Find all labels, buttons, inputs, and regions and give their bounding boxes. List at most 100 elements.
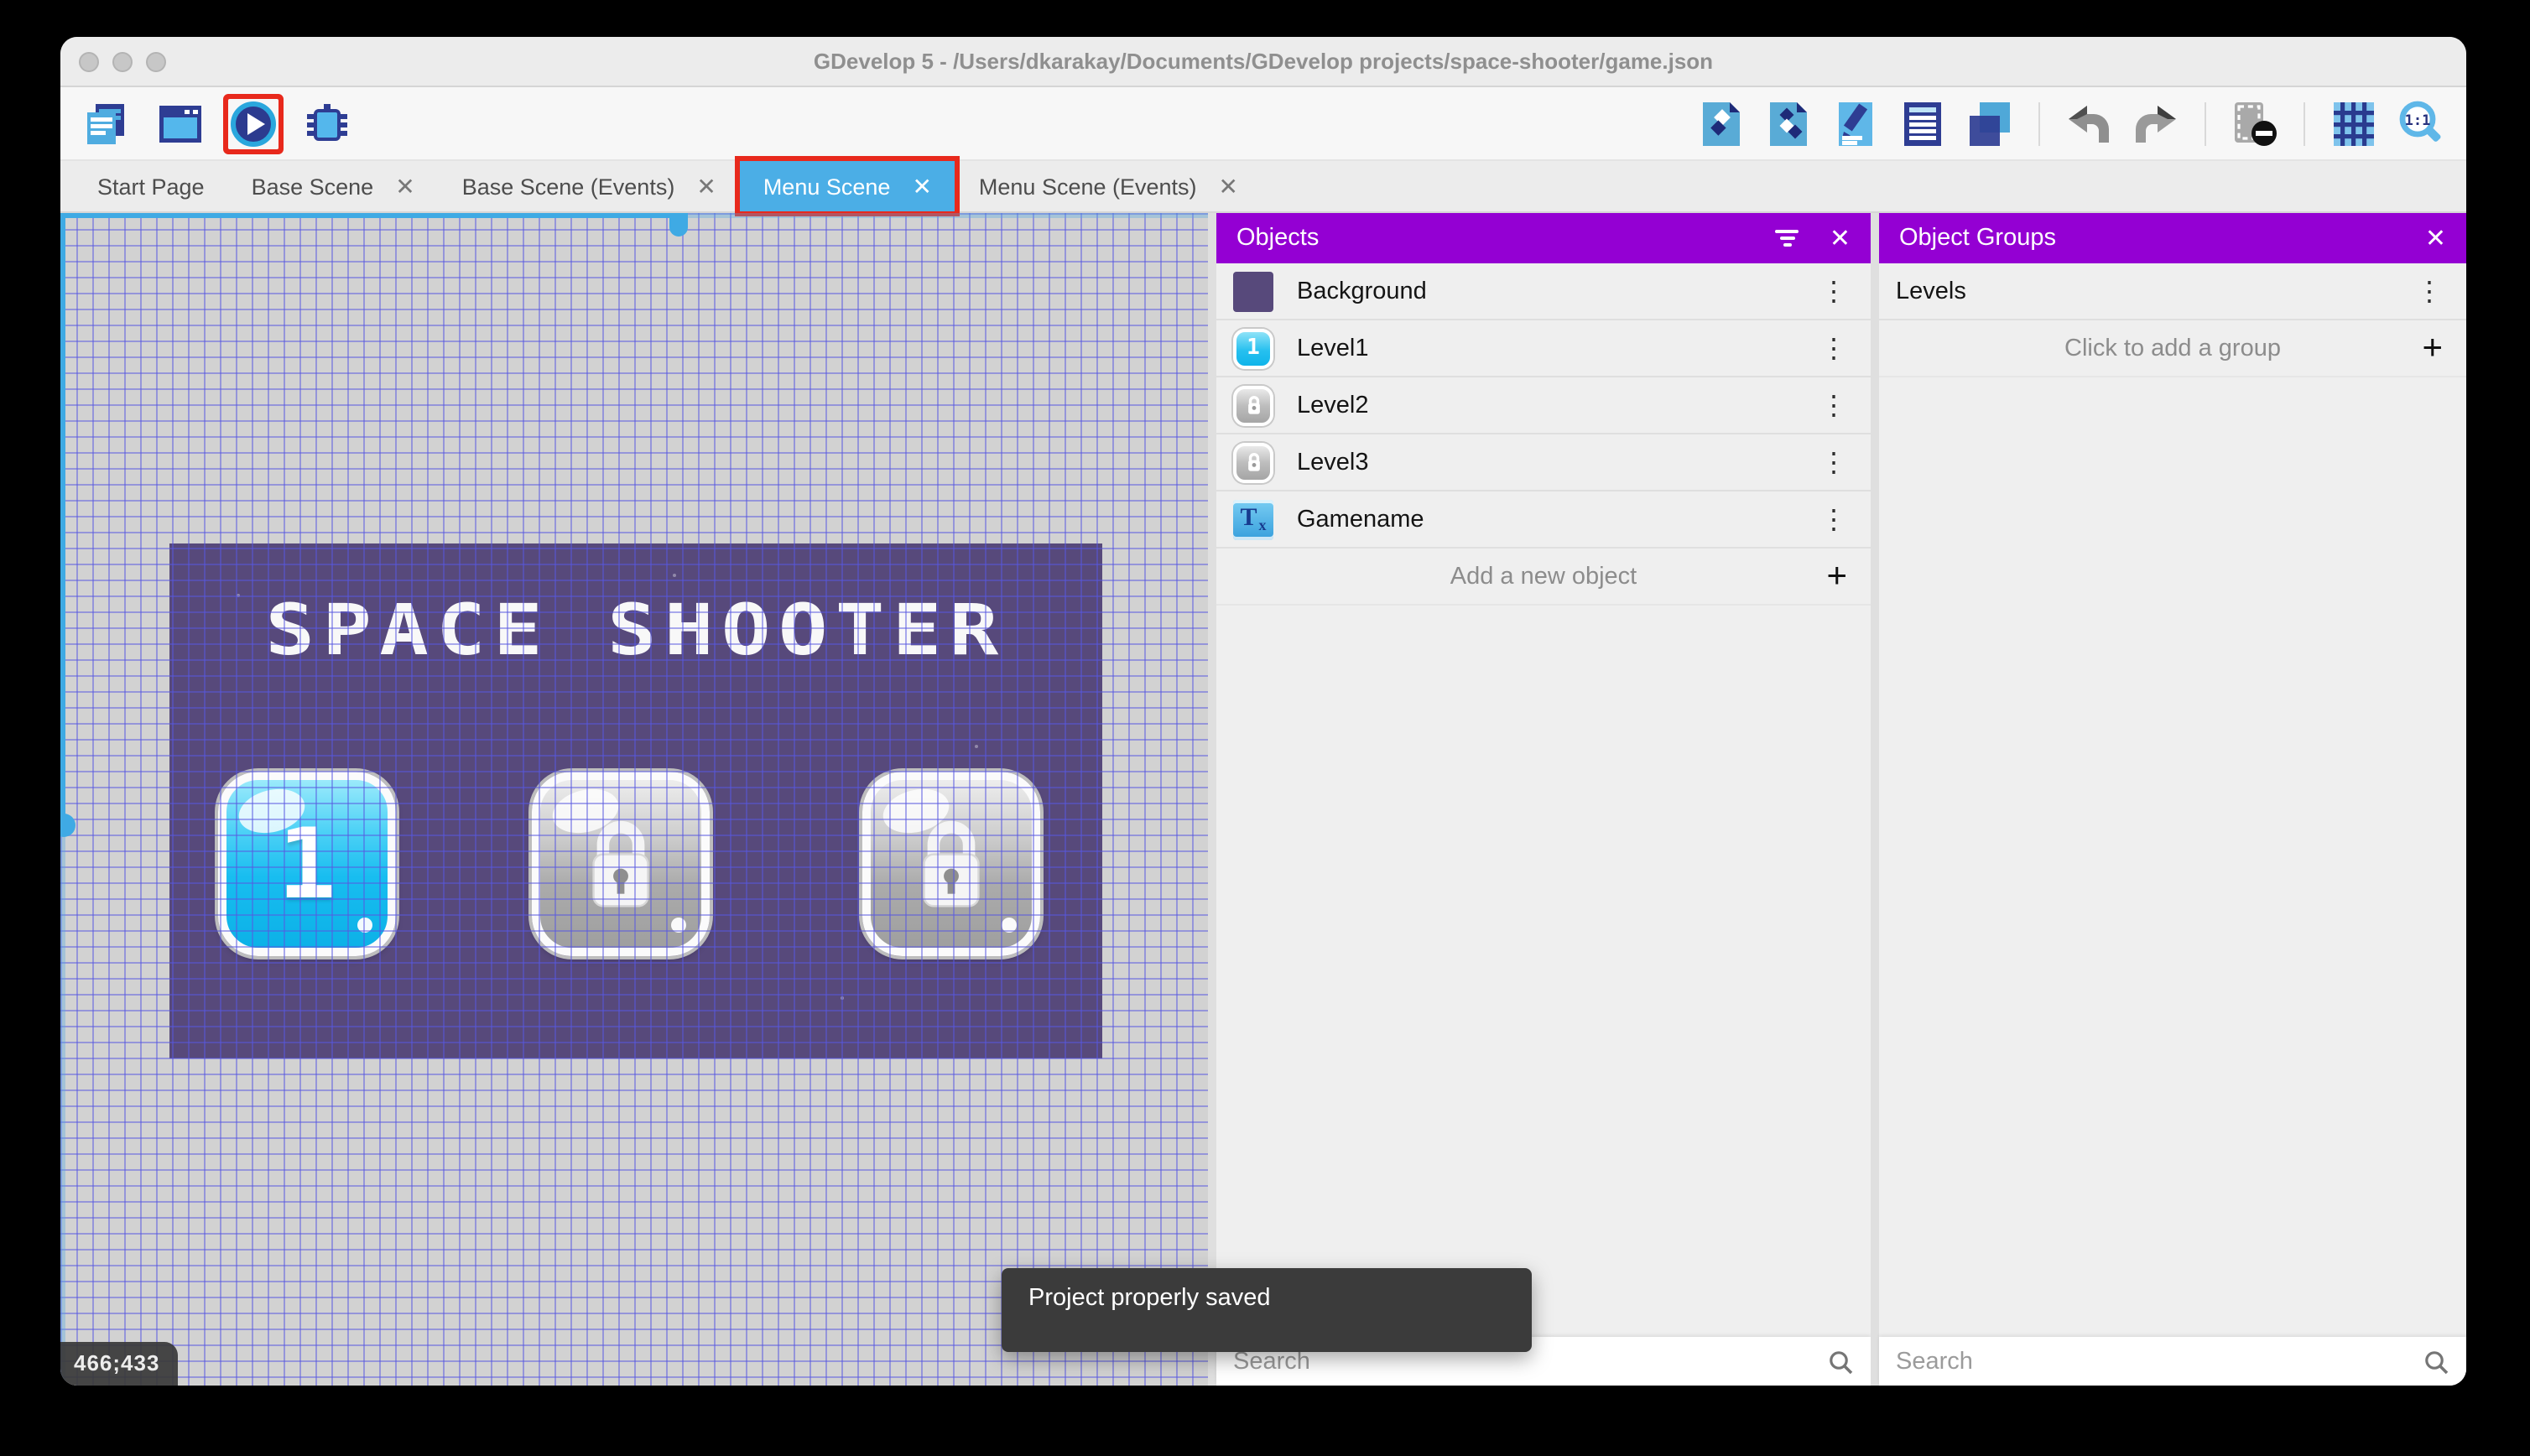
add-object-label: Add a new object (1450, 563, 1637, 590)
kebab-menu-icon[interactable]: ⋮ (1814, 274, 1854, 308)
close-tab-icon[interactable]: ✕ (1219, 174, 1238, 198)
horizontal-scrollbar-thumb[interactable] (60, 213, 681, 218)
level2-thumbnail (1233, 385, 1273, 425)
scene-canvas[interactable]: SPACE SHOOTER 1 466;433 (60, 213, 1208, 1386)
object-row-level1[interactable]: 1 Level1 ⋮ (1216, 320, 1871, 377)
kebab-menu-icon[interactable]: ⋮ (1814, 388, 1854, 422)
svg-text:1:1: 1:1 (2405, 112, 2431, 128)
grid-icon[interactable] (2329, 98, 2379, 148)
object-groups-panel: Object Groups ✕ Levels ⋮ Click to add a … (1879, 213, 2466, 1386)
kebab-menu-icon[interactable]: ⋮ (1814, 445, 1854, 479)
close-tab-icon[interactable]: ✕ (395, 174, 414, 198)
object-groups-icon[interactable] (1763, 98, 1814, 148)
level3-button-object[interactable] (862, 772, 1040, 956)
group-name: Levels (1896, 278, 1966, 304)
tab-base-scene[interactable]: Base Scene ✕ (228, 161, 439, 211)
object-name: Background (1297, 278, 1427, 304)
level1-thumbnail: 1 (1233, 328, 1273, 368)
horizontal-scrollbar-marker[interactable] (669, 213, 688, 237)
groups-search-bar (1879, 1337, 2466, 1386)
close-icon[interactable]: ✕ (1830, 226, 1851, 251)
window-title: GDevelop 5 - /Users/dkarakay/Documents/G… (813, 49, 1714, 74)
properties-icon[interactable] (1830, 98, 1881, 148)
filter-icon[interactable] (1775, 230, 1799, 247)
toast-message: Project properly saved (1028, 1285, 1271, 1312)
zoom-1-1-icon[interactable]: 1:1 (2396, 98, 2446, 148)
close-window-button[interactable] (79, 52, 99, 72)
lock-icon (1247, 396, 1259, 414)
toolbar: 1:1 (60, 87, 2466, 161)
tab-base-scene-events[interactable]: Base Scene (Events) ✕ (439, 161, 740, 211)
plus-icon: + (2422, 328, 2443, 367)
kebab-menu-icon[interactable]: ⋮ (2409, 274, 2449, 308)
object-name: Gamename (1297, 506, 1424, 533)
add-group-label: Click to add a group (2064, 335, 2281, 361)
objects-panel-header: Objects ✕ (1216, 213, 1871, 263)
main-content: SPACE SHOOTER 1 466;433 Objects ✕ Backgr… (60, 213, 2466, 1386)
instances-list-icon[interactable] (1898, 98, 1948, 148)
tab-start-page[interactable]: Start Page (74, 161, 228, 211)
close-tab-icon[interactable]: ✕ (912, 174, 931, 198)
kebab-menu-icon[interactable]: ⋮ (1814, 502, 1854, 536)
objects-panel: Objects ✕ Background ⋮ 1 Level1 ⋮ Level2… (1216, 213, 1871, 1386)
layers-icon[interactable] (1965, 98, 2015, 148)
tab-menu-scene-events[interactable]: Menu Scene (Events) ✕ (955, 161, 1262, 211)
panel-divider[interactable] (1208, 213, 1216, 1386)
level2-button-object[interactable] (532, 772, 710, 956)
traffic-lights (79, 52, 166, 72)
objects-panel-title: Objects (1236, 225, 1320, 252)
group-row-levels[interactable]: Levels ⋮ (1879, 263, 2466, 320)
object-row-background[interactable]: Background ⋮ (1216, 263, 1871, 320)
toolbar-separator (2038, 101, 2040, 145)
kebab-menu-icon[interactable]: ⋮ (1814, 331, 1854, 365)
toolbar-separator (2205, 101, 2206, 145)
objects-panel-empty-area (1216, 606, 1871, 1337)
minimize-window-button[interactable] (112, 52, 133, 72)
undo-icon[interactable] (2064, 98, 2114, 148)
tab-label: Menu Scene (763, 174, 891, 199)
level1-button-object[interactable]: 1 (218, 772, 396, 956)
text-object-thumbnail: Tx (1233, 499, 1273, 539)
project-manager-icon[interactable] (81, 98, 131, 148)
object-row-gamename[interactable]: Tx Gamename ⋮ (1216, 491, 1871, 549)
close-tab-icon[interactable]: ✕ (696, 174, 716, 198)
vertical-scrollbar-marker[interactable] (60, 814, 75, 837)
play-icon[interactable] (228, 98, 279, 148)
tabbar: Start Page Base Scene ✕ Base Scene (Even… (60, 161, 2466, 213)
titlebar: GDevelop 5 - /Users/dkarakay/Documents/G… (60, 37, 2466, 87)
tab-label: Menu Scene (Events) (978, 174, 1197, 199)
tab-menu-scene[interactable]: Menu Scene ✕ (739, 161, 955, 211)
gdevelop-window: GDevelop 5 - /Users/dkarakay/Documents/G… (60, 37, 2466, 1386)
save-toast: Project properly saved (1002, 1268, 1532, 1352)
object-name: Level2 (1297, 392, 1369, 419)
zoom-window-button[interactable] (146, 52, 166, 72)
groups-search-input[interactable] (1896, 1348, 2423, 1375)
tab-label: Base Scene (251, 174, 374, 199)
toolbar-left-group (81, 98, 352, 148)
redo-icon[interactable] (2131, 98, 2181, 148)
toolbar-right-group: 1:1 (1696, 98, 2446, 148)
object-row-level3[interactable]: Level3 ⋮ (1216, 434, 1871, 491)
objects-panel-icon[interactable] (1696, 98, 1747, 148)
level3-thumbnail (1233, 442, 1273, 482)
toolbar-separator (2304, 101, 2305, 145)
add-object-button[interactable]: Add a new object + (1216, 549, 1871, 606)
debug-icon[interactable] (302, 98, 352, 148)
tab-label: Start Page (97, 174, 205, 199)
lock-icon (923, 820, 980, 907)
lock-icon (1247, 453, 1259, 471)
screenshot-stage: GDevelop 5 - /Users/dkarakay/Documents/G… (0, 0, 2530, 1456)
cursor-coordinates: 466;433 (60, 1342, 179, 1386)
delete-instances-icon[interactable] (2230, 98, 2280, 148)
search-icon (1830, 1350, 1853, 1374)
panel-divider[interactable] (1871, 213, 1879, 1386)
object-row-level2[interactable]: Level2 ⋮ (1216, 377, 1871, 434)
plus-icon: + (1826, 556, 1847, 595)
close-icon[interactable]: ✕ (2425, 226, 2446, 251)
scene-title-text[interactable]: SPACE SHOOTER (95, 589, 1177, 671)
add-group-button[interactable]: Click to add a group + (1879, 320, 2466, 377)
lock-icon (592, 820, 649, 907)
vertical-scrollbar-thumb[interactable] (60, 213, 65, 825)
scene-window-icon[interactable] (154, 98, 205, 148)
tab-label: Base Scene (Events) (461, 174, 675, 199)
